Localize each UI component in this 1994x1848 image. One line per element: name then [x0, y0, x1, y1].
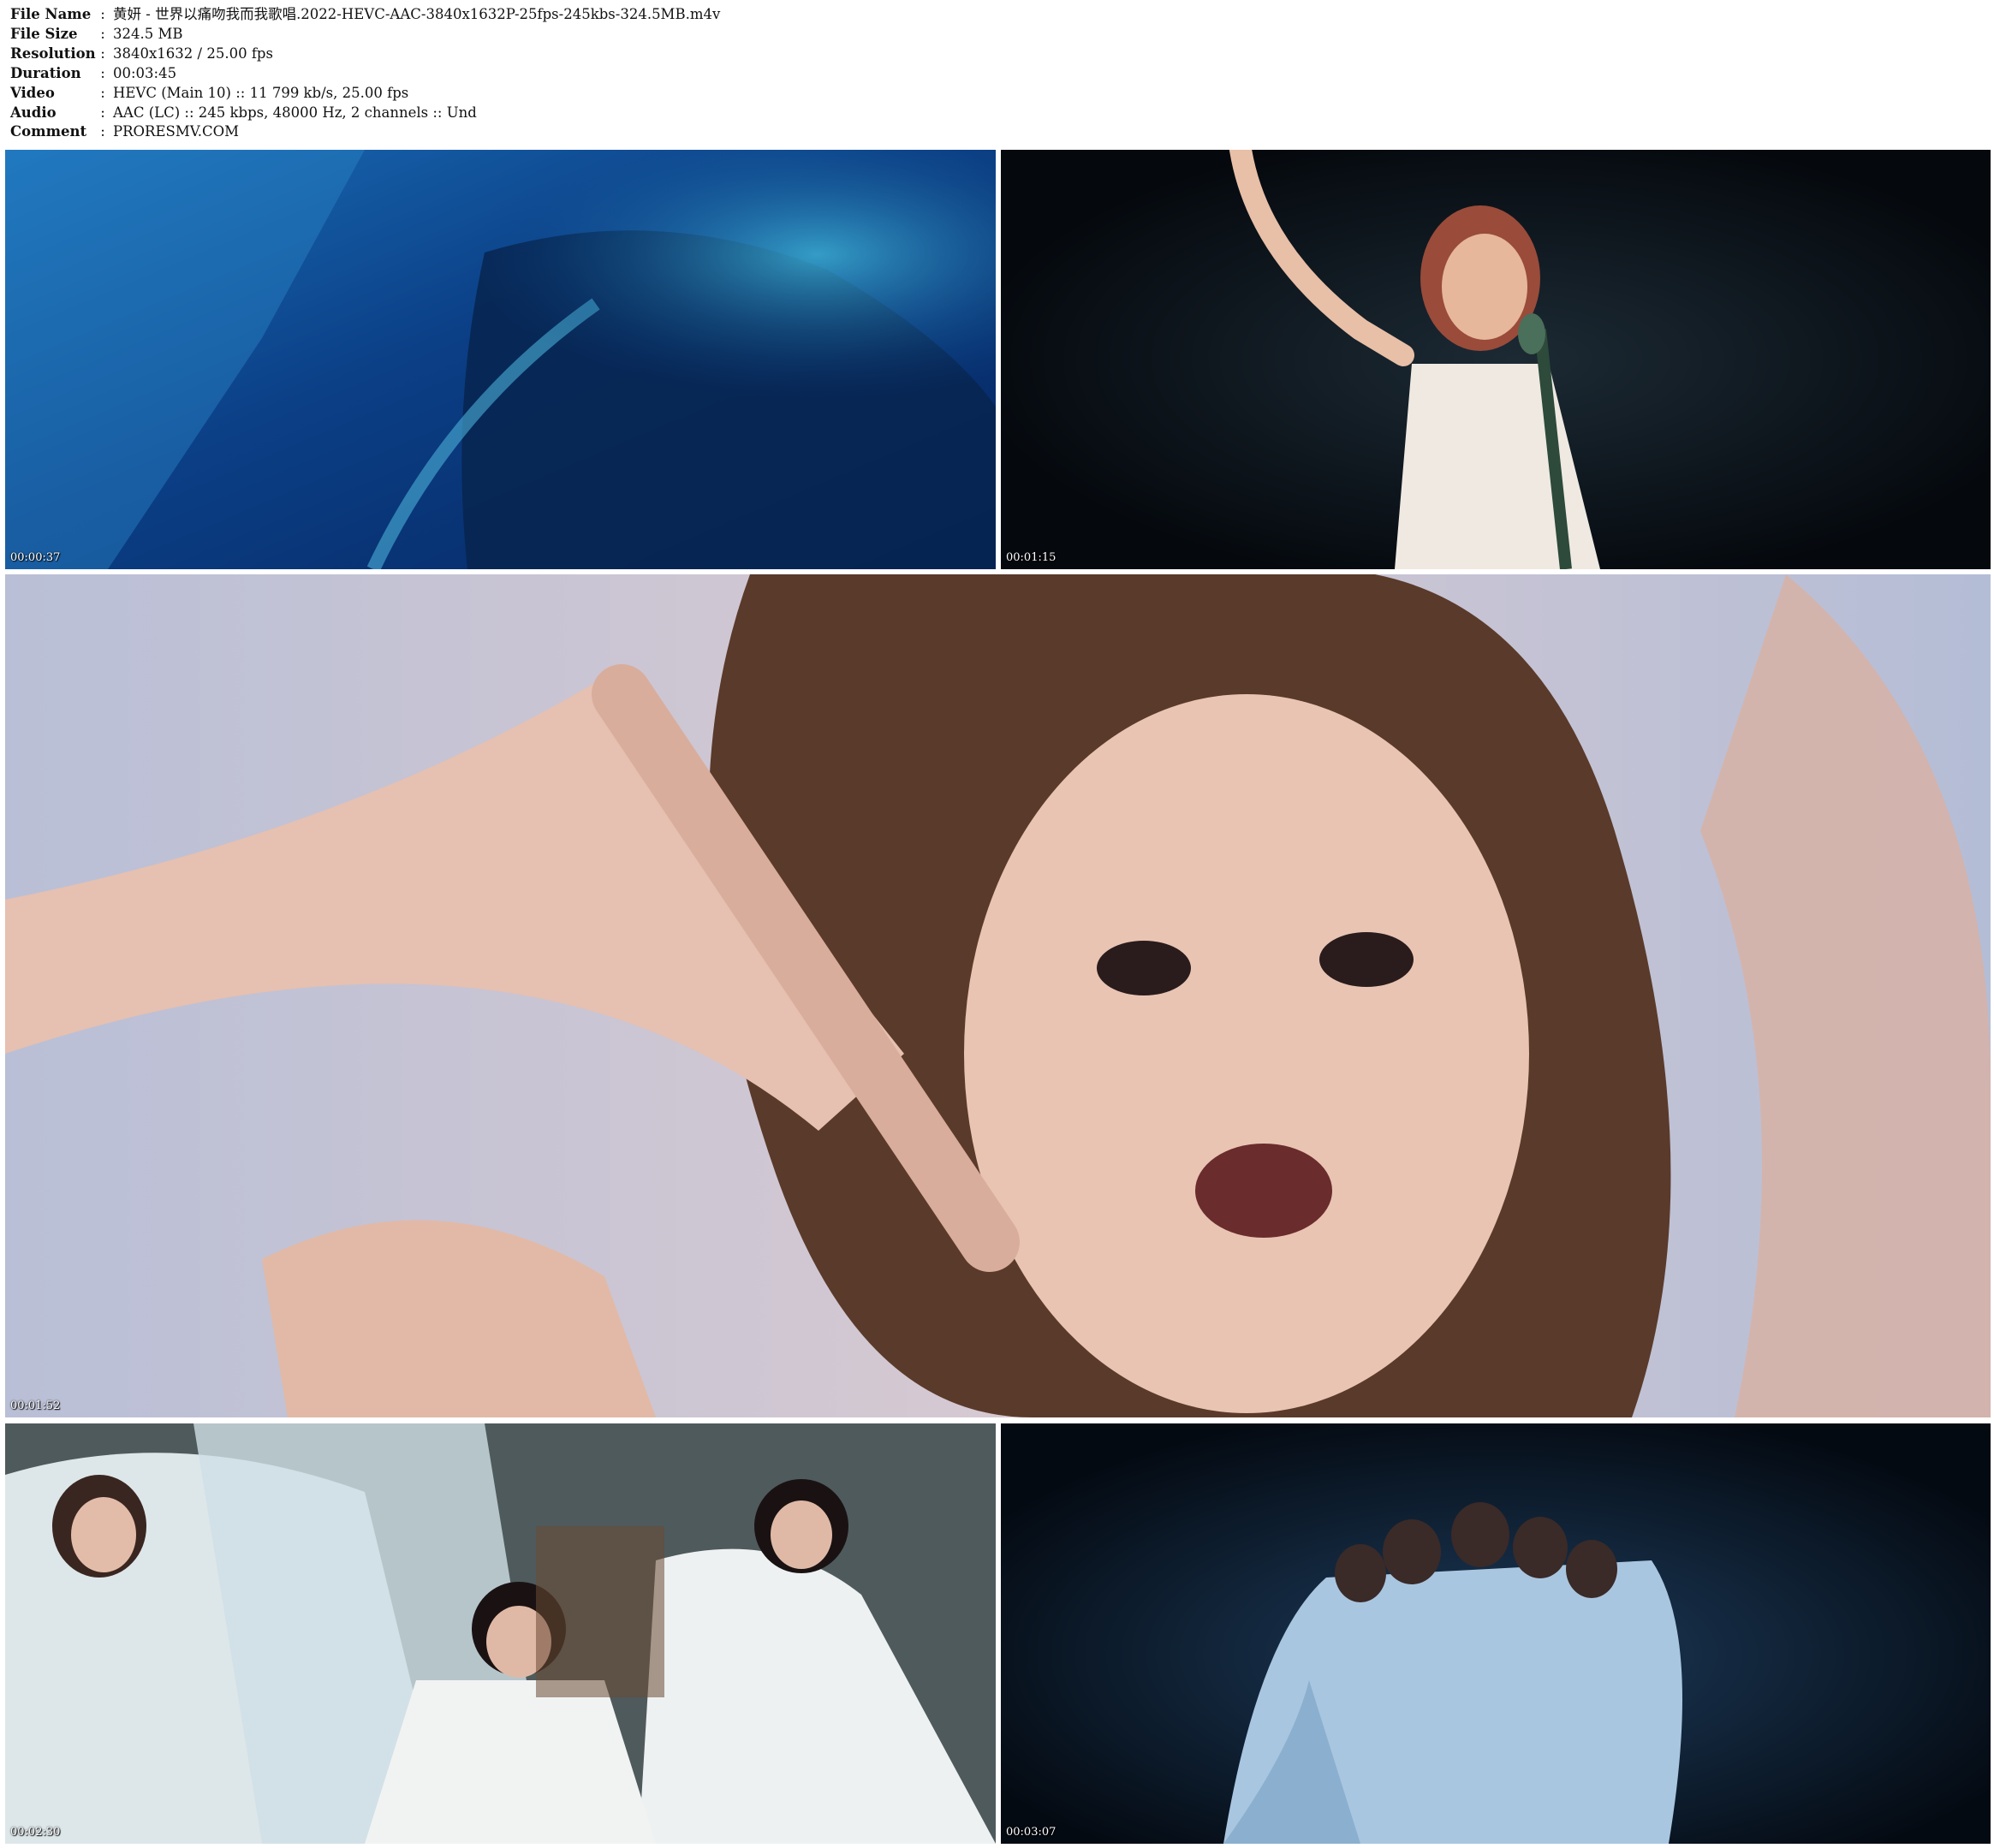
resolution-value: 3840x1632 / 25.00 fps	[113, 45, 273, 62]
comment-row: Comment : PRORESMV.COM	[10, 122, 720, 142]
separator: :	[100, 104, 105, 121]
file-name-label: File Name	[10, 6, 92, 22]
frame-2-image	[1001, 150, 1991, 569]
file-name-value: 黄妍 - 世界以痛吻我而我歌唱.2022-HEVC-AAC-3840x1632P…	[113, 6, 721, 22]
separator: :	[100, 64, 105, 81]
resolution-row: Resolution : 3840x1632 / 25.00 fps	[10, 45, 720, 64]
separator: :	[100, 6, 105, 22]
video-thumbnail-4: 00:02:30	[5, 1423, 996, 1844]
audio-row: Audio : AAC (LC) :: 245 kbps, 48000 Hz, …	[10, 104, 720, 123]
video-label: Video	[10, 84, 55, 101]
video-thumbnail-3: 00:01:52	[5, 574, 1991, 1417]
comment-value: PRORESMV.COM	[113, 123, 240, 140]
frame-3-image	[5, 574, 1991, 1417]
separator: :	[100, 123, 105, 140]
audio-value: AAC (LC) :: 245 kbps, 48000 Hz, 2 channe…	[113, 104, 477, 121]
timestamp: 00:02:30	[10, 1826, 61, 1839]
timestamp: 00:01:52	[10, 1399, 61, 1412]
separator: :	[100, 84, 105, 101]
duration-value: 00:03:45	[113, 64, 177, 81]
file-size-label: File Size	[10, 25, 78, 42]
comment-label: Comment	[10, 123, 87, 140]
timestamp: 00:00:37	[10, 551, 61, 564]
video-thumbnail-5: 00:03:07	[1001, 1423, 1991, 1844]
audio-label: Audio	[10, 104, 57, 121]
timestamp: 00:03:07	[1006, 1826, 1057, 1839]
duration-label: Duration	[10, 64, 81, 81]
file-size-row: File Size : 324.5 MB	[10, 25, 720, 45]
video-value: HEVC (Main 10) :: 11 799 kb/s, 25.00 fps	[113, 84, 409, 101]
media-info-header: File Name : 黄妍 - 世界以痛吻我而我歌唱.2022-HEVC-AA…	[10, 5, 720, 142]
timestamp: 00:01:15	[1006, 551, 1057, 564]
video-thumbnail-1: 00:00:37	[5, 150, 996, 569]
duration-row: Duration : 00:03:45	[10, 64, 720, 84]
frame-1-image	[5, 150, 996, 569]
resolution-label: Resolution	[10, 45, 96, 62]
frame-4-image	[5, 1423, 996, 1844]
separator: :	[100, 25, 105, 42]
file-name-row: File Name : 黄妍 - 世界以痛吻我而我歌唱.2022-HEVC-AA…	[10, 5, 720, 25]
file-size-value: 324.5 MB	[113, 25, 183, 42]
video-thumbnail-2: 00:01:15	[1001, 150, 1991, 569]
separator: :	[100, 45, 105, 62]
video-row: Video : HEVC (Main 10) :: 11 799 kb/s, 2…	[10, 84, 720, 104]
frame-5-image	[1001, 1423, 1991, 1844]
